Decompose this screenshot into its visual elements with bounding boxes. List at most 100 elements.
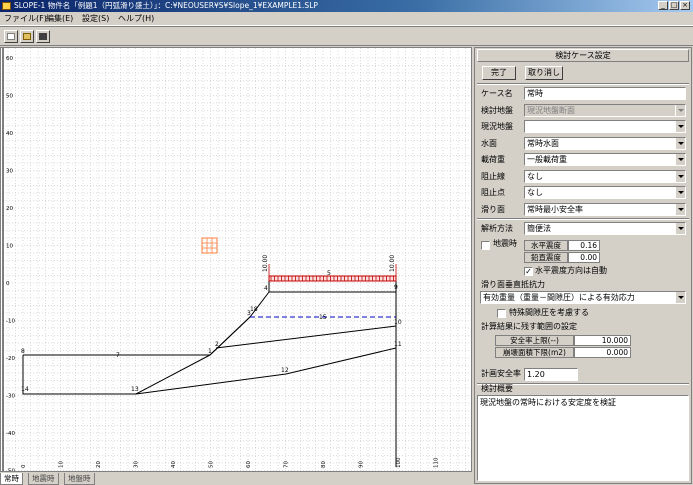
ok-button[interactable]: 完了	[482, 66, 516, 80]
y-tick-label: -50	[6, 469, 15, 472]
chevron-down-icon[interactable]	[675, 154, 685, 165]
cross-section-plot[interactable]: 6050403020100-10-20-30-40-50 01020304050…	[1, 48, 471, 471]
chevron-down-icon[interactable]	[675, 187, 685, 198]
new-file-button[interactable]	[4, 30, 18, 43]
field-select[interactable]	[524, 120, 686, 133]
design-fs-input[interactable]: 1.20	[524, 368, 578, 381]
field-label: 阻止点	[481, 188, 505, 197]
node-label: 15	[319, 314, 327, 321]
y-tick-label: 60	[6, 56, 13, 62]
field-label: ケース名	[481, 89, 513, 98]
load-label-right: 10.00	[389, 255, 396, 272]
node-labels: 8 7 1 2 3 18 4 5 9 15 10 11 12 13 14	[21, 270, 402, 393]
ground-surface-line[interactable]	[23, 279, 397, 467]
y-tick-label: -30	[6, 394, 15, 400]
menu-settings[interactable]: 設定(S)	[82, 13, 109, 24]
y-tick-label: 30	[6, 169, 13, 175]
ground-lines[interactable]	[22, 279, 397, 467]
y-tick-label: 40	[6, 131, 13, 137]
x-tick-label: 40	[171, 461, 177, 468]
chevron-down-icon[interactable]	[675, 170, 685, 182]
layer-boundary-line-1[interactable]	[215, 325, 397, 349]
tab-ground[interactable]: 地盤時	[64, 473, 95, 485]
analysis-method-label: 解析方法	[481, 224, 513, 233]
menu-help[interactable]: ヘルプ(H)	[118, 13, 154, 24]
kv-input[interactable]: 0.00	[568, 252, 600, 263]
seismic-checkbox-label: 地震時	[493, 239, 517, 248]
x-tick-label: 20	[96, 461, 102, 468]
field-select[interactable]: 常時水面	[524, 136, 686, 150]
x-tick-label: 0	[21, 464, 27, 468]
minimize-button[interactable]: _	[658, 1, 668, 10]
memo-label: 検討概要	[481, 384, 513, 393]
y-tick-label: 20	[6, 206, 13, 212]
kh-label: 水平震度	[524, 240, 568, 251]
field-label: 載荷重	[481, 155, 505, 164]
menu-edit[interactable]: 編集(E)	[46, 13, 73, 24]
field-select[interactable]: 常時最小安全率	[524, 202, 686, 216]
node-label: 8	[21, 348, 25, 355]
y-tick-label: -10	[6, 319, 15, 325]
auto-direction-checkbox[interactable]: ✓	[524, 267, 533, 276]
save-file-button[interactable]	[36, 30, 50, 43]
field-label: 検討地盤	[481, 105, 513, 115]
field-value: 現況地盤断面	[527, 105, 575, 115]
field-select[interactable]: 一般載荷重	[524, 153, 686, 166]
field-value: 常時最小安全率	[527, 204, 583, 214]
y-tick-label: -40	[6, 431, 15, 437]
y-tick-label: -20	[6, 356, 15, 362]
tab-normal[interactable]: 常時	[0, 473, 23, 485]
cancel-button[interactable]: 取り消し	[525, 66, 563, 80]
x-tick-label: 110	[434, 457, 440, 468]
field-value: なし	[527, 188, 543, 197]
chevron-down-icon[interactable]	[675, 137, 685, 149]
grid-lines	[3, 48, 471, 471]
open-file-button[interactable]	[20, 30, 34, 43]
node-label: 10	[394, 319, 402, 326]
special-pore-checkbox[interactable]	[497, 309, 506, 318]
maximize-button[interactable]: □	[669, 1, 679, 10]
chevron-down-icon[interactable]	[675, 203, 685, 215]
memo-textarea[interactable]: 現況地盤の常時における安定度を検証	[477, 395, 689, 481]
chevron-down-icon[interactable]	[675, 121, 685, 132]
close-button[interactable]: ×	[680, 1, 690, 10]
open-folder-icon	[23, 33, 31, 40]
window-title: SLOPE-1 物件名「例題1（円弧滑り盛土）」：C:¥NEOUSER¥S¥Sl…	[14, 1, 318, 10]
auto-direction-label: 水平震度方向は自動	[535, 266, 607, 275]
new-file-icon	[7, 33, 15, 40]
x-axis-ticks: 0 10 20 30 40 50 60 70 80 90 100 110	[21, 457, 440, 468]
x-tick-label: 100	[396, 457, 402, 468]
x-tick-label: 30	[134, 461, 140, 468]
chevron-down-icon[interactable]	[675, 223, 685, 234]
fs-upper-input[interactable]: 10.000	[574, 335, 631, 346]
menu-file[interactable]: ファイル(F)	[4, 13, 47, 24]
y-axis-ticks: 60 50 40 30 20 10 0 -10 -20 -30 -40 -50	[6, 56, 15, 471]
node-label: 14	[21, 386, 29, 393]
area-lower-label: 崩壊面積下限(m2)	[495, 347, 574, 358]
node-label: 11	[394, 341, 402, 348]
y-tick-label: 50	[6, 94, 13, 100]
kv-label: 鉛直震度	[524, 252, 568, 263]
shear-resistance-select[interactable]: 有効重量（重量－間隙圧）による有効応力	[480, 291, 686, 304]
x-tick-label: 80	[321, 461, 327, 468]
analysis-method-select[interactable]: 簡便法	[524, 222, 686, 235]
field-select[interactable]: なし	[524, 169, 686, 183]
field-label: 阻止線	[481, 171, 505, 181]
field-select[interactable]: なし	[524, 186, 686, 199]
area-lower-input[interactable]: 0.000	[574, 347, 631, 358]
node-label: 5	[327, 270, 331, 277]
x-tick-label: 60	[246, 461, 252, 468]
tab-seismic[interactable]: 地震時	[28, 473, 59, 485]
node-label: 12	[281, 367, 289, 374]
kh-input[interactable]: 0.16	[568, 240, 600, 251]
case-tabs: 常時 地震時 地盤時	[0, 473, 472, 485]
field-input[interactable]: 常時	[524, 87, 686, 100]
chevron-down-icon	[675, 104, 685, 116]
x-tick-label: 10	[59, 461, 65, 468]
slope-line[interactable]	[209, 316, 251, 356]
drawing-canvas[interactable]: 6050403020100-10-20-30-40-50 01020304050…	[0, 47, 472, 472]
chevron-down-icon[interactable]	[675, 292, 685, 303]
field-label: 現況地盤	[481, 122, 513, 131]
x-tick-label: 70	[284, 461, 290, 468]
seismic-checkbox[interactable]	[481, 241, 490, 250]
